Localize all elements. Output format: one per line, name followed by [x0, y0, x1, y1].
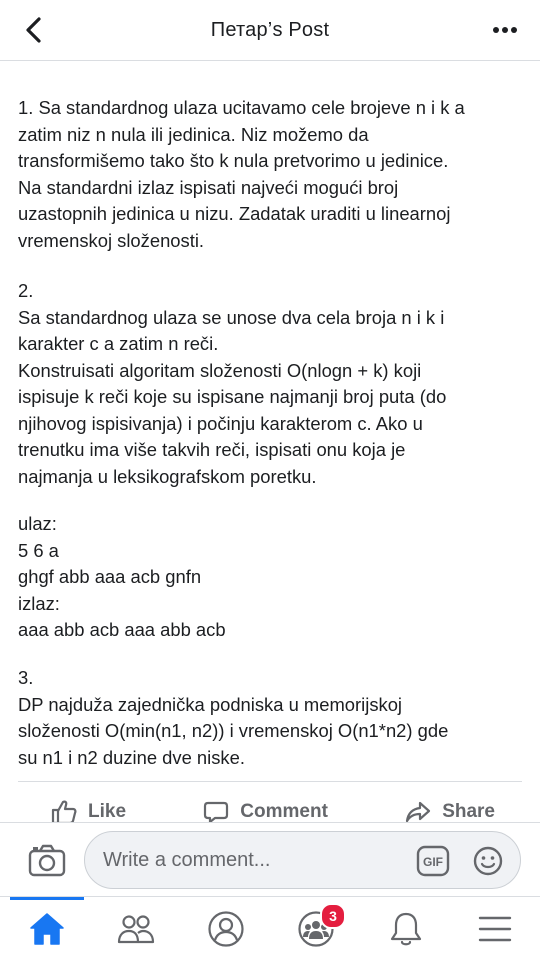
profile-icon — [208, 911, 244, 947]
share-label: Share — [442, 801, 495, 822]
actions-divider — [18, 781, 522, 782]
bottom-navigation: 3 — [0, 896, 540, 961]
camera-button[interactable] — [28, 843, 66, 877]
top-header: Петар’s Post — [0, 0, 540, 61]
post-paragraph: 2. Sa standardnog ulaza se unose dva cel… — [18, 280, 447, 487]
comment-bar: Write a comment... GIF — [0, 822, 540, 897]
post-paragraph: ulaz: 5 6 a ghgf abb aaa acb gnfn izlaz:… — [18, 513, 226, 640]
more-options-button[interactable] — [490, 18, 520, 42]
groups-badge: 3 — [320, 903, 346, 929]
post-paragraph: 3. DP najduža zajednička podniska u memo… — [18, 667, 449, 768]
post-body: 1. Sa standardnog ulaza ucitavamo cele b… — [0, 44, 540, 844]
gif-button[interactable]: GIF — [416, 845, 450, 877]
like-label: Like — [88, 801, 127, 822]
comment-label: Comment — [240, 801, 328, 822]
nav-menu[interactable] — [473, 909, 517, 949]
camera-icon — [28, 844, 66, 877]
nav-notifications[interactable] — [384, 909, 428, 949]
emoji-button[interactable] — [472, 845, 504, 877]
more-dots-icon — [493, 27, 517, 33]
back-button[interactable] — [18, 14, 50, 46]
nav-groups[interactable]: 3 — [294, 903, 346, 949]
chevron-left-icon — [26, 17, 41, 43]
nav-friends[interactable] — [114, 909, 158, 949]
comment-input[interactable]: Write a comment... GIF — [84, 831, 521, 889]
home-icon — [30, 913, 64, 945]
active-tab-indicator — [10, 897, 84, 900]
gif-icon: GIF — [416, 845, 450, 877]
nav-profile[interactable] — [204, 909, 248, 949]
smiley-icon — [473, 846, 503, 876]
post-paragraph: 1. Sa standardnog ulaza ucitavamo cele b… — [18, 97, 465, 251]
page-title: Петар’s Post — [210, 18, 330, 41]
nav-home[interactable] — [25, 909, 69, 949]
comment-placeholder: Write a comment... — [103, 848, 271, 871]
friends-icon — [117, 915, 155, 944]
gif-text: GIF — [423, 855, 443, 869]
hamburger-menu-icon — [478, 916, 512, 942]
bell-icon — [390, 912, 422, 946]
